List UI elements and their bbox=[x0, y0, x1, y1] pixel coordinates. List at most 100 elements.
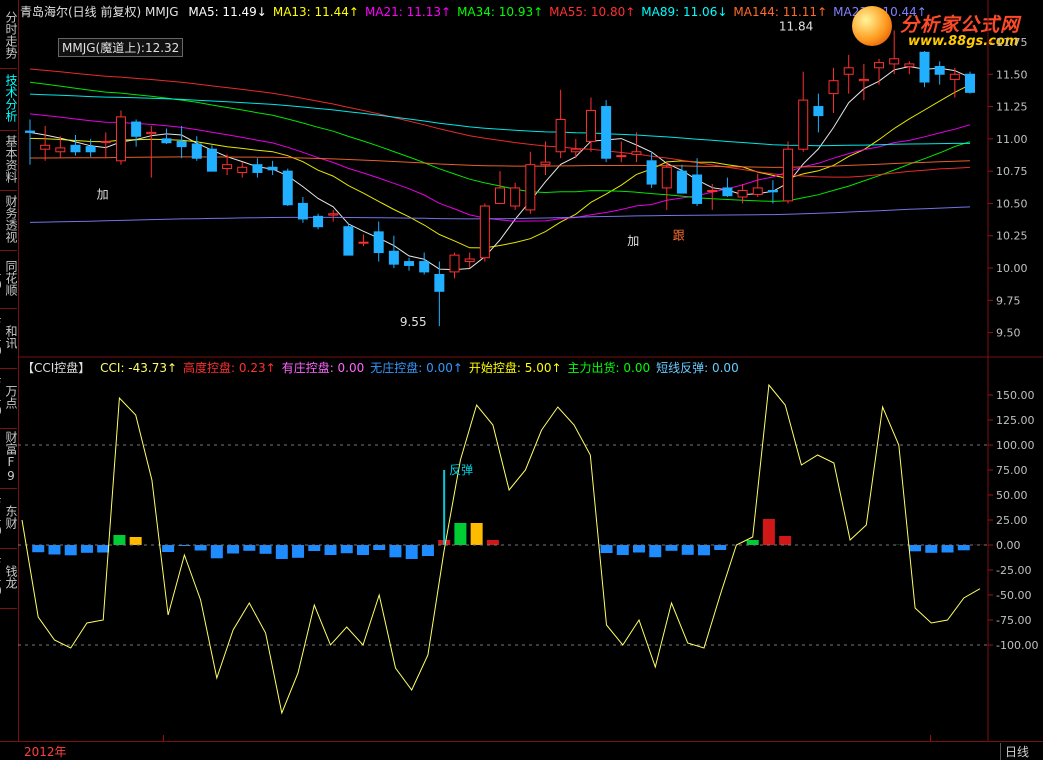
candle-body[interactable] bbox=[116, 117, 125, 161]
candle-body[interactable] bbox=[799, 100, 808, 149]
sidebar-tab-3[interactable]: 财务透视 bbox=[0, 188, 17, 251]
candle-body[interactable] bbox=[435, 274, 444, 291]
cci-bar bbox=[958, 545, 970, 550]
cci-bar bbox=[617, 545, 629, 555]
price-annotation-3: 9.55 bbox=[400, 315, 427, 329]
candle-body[interactable] bbox=[26, 131, 35, 132]
candle-body[interactable] bbox=[374, 232, 383, 253]
candle-body[interactable] bbox=[132, 122, 141, 136]
candle-body[interactable] bbox=[617, 156, 626, 157]
cci-bar bbox=[487, 540, 499, 545]
candle-body[interactable] bbox=[526, 165, 535, 210]
candle-body[interactable] bbox=[890, 59, 899, 64]
sidebar-tab-9[interactable]: 钱龙F10 bbox=[0, 546, 17, 609]
cci-bar bbox=[779, 536, 791, 545]
cci-bar bbox=[243, 545, 255, 551]
candle-body[interactable] bbox=[784, 149, 793, 201]
period-button[interactable]: 日线 bbox=[1000, 743, 1029, 760]
candle-body[interactable] bbox=[677, 171, 686, 193]
candle-body[interactable] bbox=[556, 119, 565, 151]
cci-bar bbox=[97, 545, 109, 553]
rebound-label: 反弹 bbox=[449, 463, 473, 477]
candle-body[interactable] bbox=[541, 162, 550, 165]
candle-body[interactable] bbox=[632, 152, 641, 155]
sidebar-tab-6[interactable]: 万点F10 bbox=[0, 366, 17, 429]
candle-body[interactable] bbox=[298, 203, 307, 219]
candle-body[interactable] bbox=[268, 167, 277, 170]
ma-line-21 bbox=[30, 114, 970, 221]
candle-body[interactable] bbox=[192, 144, 201, 158]
price-tick-label: 10.50 bbox=[996, 197, 1028, 210]
candle-body[interactable] bbox=[86, 147, 95, 152]
sidebar-tab-2[interactable]: 基本资料 bbox=[0, 128, 17, 191]
candle-body[interactable] bbox=[253, 165, 262, 173]
sidebar-tab-8[interactable]: 东财F10 bbox=[0, 486, 17, 549]
candle-body[interactable] bbox=[147, 132, 156, 133]
candle-body[interactable] bbox=[162, 139, 171, 143]
cci-bar bbox=[682, 545, 694, 555]
candle-body[interactable] bbox=[101, 141, 110, 142]
candle-body[interactable] bbox=[405, 262, 414, 266]
candle-body[interactable] bbox=[56, 148, 65, 152]
ma-line-89 bbox=[30, 94, 970, 146]
cci-bar bbox=[308, 545, 320, 551]
candle-body[interactable] bbox=[450, 255, 459, 272]
candle-body[interactable] bbox=[586, 110, 595, 141]
candle-body[interactable] bbox=[314, 216, 323, 226]
candle-body[interactable] bbox=[41, 145, 50, 149]
candle-body[interactable] bbox=[511, 188, 520, 206]
candle-body[interactable] bbox=[753, 188, 762, 194]
candle-body[interactable] bbox=[693, 175, 702, 203]
candle-body[interactable] bbox=[768, 191, 777, 192]
candle-body[interactable] bbox=[950, 74, 959, 79]
candle-body[interactable] bbox=[496, 188, 505, 204]
candle-body[interactable] bbox=[344, 227, 353, 255]
candle-body[interactable] bbox=[465, 259, 474, 262]
candle-body[interactable] bbox=[647, 161, 656, 184]
sidebar-tab-4[interactable]: 同花顺10 bbox=[0, 248, 17, 309]
candle-body[interactable] bbox=[859, 79, 868, 80]
candle-body[interactable] bbox=[602, 107, 611, 159]
candle-body[interactable] bbox=[966, 74, 975, 92]
candle-body[interactable] bbox=[238, 167, 247, 172]
candle-body[interactable] bbox=[207, 149, 216, 171]
candle-body[interactable] bbox=[480, 206, 489, 258]
candle-body[interactable] bbox=[359, 242, 368, 243]
candle-body[interactable] bbox=[829, 81, 838, 94]
ma-line-5 bbox=[30, 67, 970, 270]
sidebar-tab-5[interactable]: 和讯F10 bbox=[0, 306, 17, 369]
candle-body[interactable] bbox=[283, 171, 292, 205]
cci-tick-label: 75.00 bbox=[996, 464, 1028, 477]
cci-bar bbox=[292, 545, 304, 558]
cci-bar bbox=[389, 545, 401, 557]
cci-bar bbox=[649, 545, 661, 557]
candle-body[interactable] bbox=[875, 63, 884, 68]
chart-area[interactable]: 9.509.7510.0010.2510.5010.7511.0011.2511… bbox=[18, 0, 1043, 741]
candle-body[interactable] bbox=[223, 165, 232, 169]
cci-tick-label: 25.00 bbox=[996, 514, 1028, 527]
candle-body[interactable] bbox=[723, 188, 732, 196]
sidebar-tab-7[interactable]: 财富F9 bbox=[0, 426, 17, 489]
candle-body[interactable] bbox=[844, 68, 853, 74]
candle-body[interactable] bbox=[177, 141, 186, 146]
cci-bar bbox=[162, 545, 174, 552]
candle-body[interactable] bbox=[920, 52, 929, 82]
candle-body[interactable] bbox=[420, 262, 429, 272]
cci-bar bbox=[714, 545, 726, 550]
candle-body[interactable] bbox=[905, 64, 914, 67]
cci-tick-label: 50.00 bbox=[996, 489, 1028, 502]
candle-body[interactable] bbox=[329, 214, 338, 215]
cci-bar bbox=[698, 545, 710, 555]
sidebar-tab-0[interactable]: 分时走势 bbox=[0, 2, 17, 69]
candle-body[interactable] bbox=[814, 107, 823, 116]
candle-body[interactable] bbox=[708, 191, 717, 192]
cci-bar bbox=[601, 545, 613, 553]
candle-body[interactable] bbox=[571, 149, 580, 152]
cci-tick-label: 0.00 bbox=[996, 539, 1021, 552]
candle-body[interactable] bbox=[662, 167, 671, 188]
candle-body[interactable] bbox=[71, 145, 80, 151]
sidebar-tab-1[interactable]: 技术分析 bbox=[0, 66, 17, 131]
candle-body[interactable] bbox=[389, 251, 398, 264]
candle-body[interactable] bbox=[935, 67, 944, 75]
candle-body[interactable] bbox=[738, 191, 747, 197]
